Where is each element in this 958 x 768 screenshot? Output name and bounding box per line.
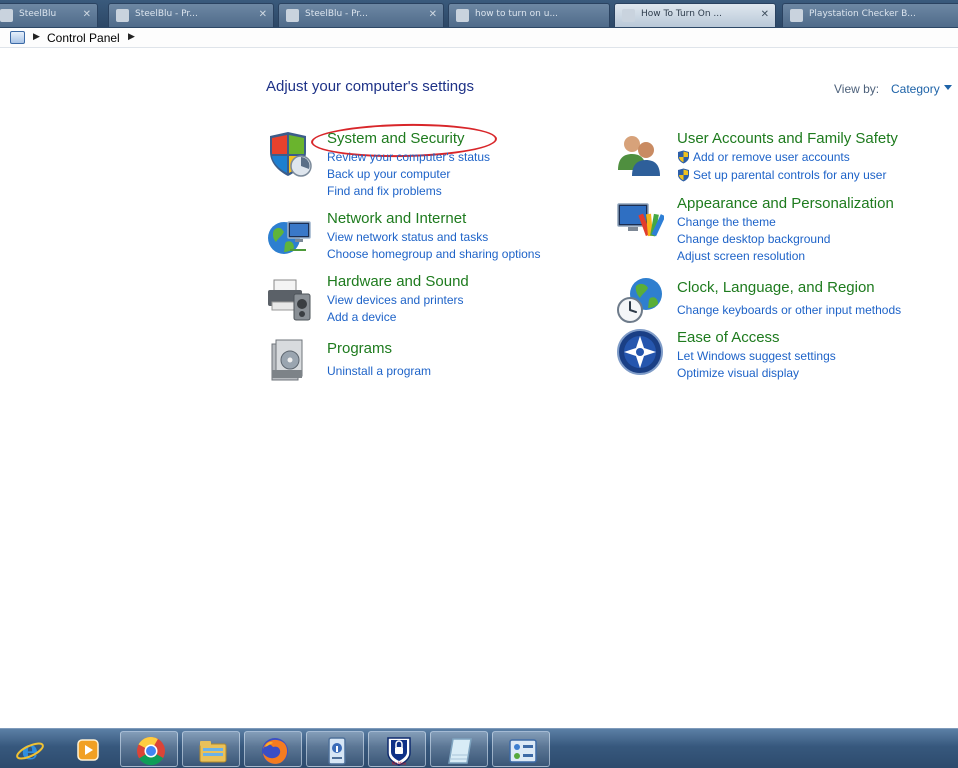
control-panel-icon [10,31,25,44]
internet-explorer-icon: e [16,736,44,766]
category-programs[interactable]: Programs [327,340,392,357]
appearance-monitor-icon[interactable] [616,196,664,244]
uac-shield-icon [678,150,689,164]
taskbar-control-panel[interactable] [492,731,550,767]
link-view-devices-printers[interactable]: View devices and printers [327,293,464,307]
mcafee-icon: McAfee [387,737,411,766]
tab-label: SteelBlu - Pr... [305,9,368,19]
link-back-up-computer[interactable]: Back up your computer [327,167,450,181]
close-icon[interactable]: ✕ [259,9,267,20]
link-review-computer-status[interactable]: Review your computer's status [327,150,490,164]
programs-box-icon[interactable] [266,336,314,384]
hardware-printer-icon[interactable] [266,274,314,322]
tab-label: how to turn on u... [475,9,559,19]
link-change-desktop-background[interactable]: Change desktop background [677,232,830,246]
browser-tab[interactable]: how to turn on u... [448,3,610,27]
left-panel [0,49,250,728]
breadcrumb-arrow-icon[interactable]: ▶ [128,31,135,42]
tab-favicon-icon [0,9,13,22]
breadcrumb-control-panel[interactable]: Control Panel [47,31,120,45]
link-let-windows-suggest-settings[interactable]: Let Windows suggest settings [677,349,836,363]
taskbar: e McAfee [0,728,958,768]
taskbar-notepad[interactable] [430,731,488,767]
tab-favicon-icon [456,9,469,22]
tab-label: How To Turn On ... [641,9,723,19]
taskbar-chrome[interactable] [120,731,178,767]
ease-of-access-icon[interactable] [616,328,664,376]
tab-favicon-icon [286,9,299,22]
taskbar-firefox[interactable] [244,731,302,767]
uac-shield-icon [678,168,689,182]
browser-tab[interactable]: SteelBlu - Pr... ✕ [108,3,274,27]
link-choose-homegroup[interactable]: Choose homegroup and sharing options [327,247,540,261]
browser-tab-strip: SteelBlu ✕ SteelBlu - Pr... ✕ SteelBlu -… [0,0,958,28]
system-security-shield-icon[interactable] [266,130,314,178]
user-accounts-icon[interactable] [616,130,664,178]
clock-globe-icon[interactable] [616,276,664,324]
network-globe-icon[interactable] [266,212,314,260]
firefox-icon [262,738,288,764]
chevron-down-icon[interactable] [944,85,952,90]
view-by-dropdown[interactable]: Category [891,82,940,96]
link-add-remove-user-accounts[interactable]: Add or remove user accounts [693,150,850,164]
tab-label: SteelBlu [19,9,57,19]
taskbar-file-explorer[interactable] [182,731,240,767]
tab-label: SteelBlu - Pr... [135,9,198,19]
browser-tab[interactable]: Playstation Checker B... [782,3,958,27]
category-appearance-personalization[interactable]: Appearance and Personalization [677,195,894,212]
close-icon[interactable]: ✕ [429,9,437,20]
link-add-device[interactable]: Add a device [327,310,396,324]
link-parental-controls[interactable]: Set up parental controls for any user [693,168,886,182]
page-title: Adjust your computer's settings [266,78,474,95]
control-panel-icon [509,739,537,763]
breadcrumb-arrow-icon[interactable]: ▶ [33,31,40,42]
file-explorer-icon [199,741,227,763]
system-info-icon [328,737,346,765]
link-uninstall-program[interactable]: Uninstall a program [327,364,431,378]
taskbar-internet-explorer[interactable]: e [0,731,58,767]
taskbar-mcafee[interactable]: McAfee [368,731,426,767]
category-clock-language-region[interactable]: Clock, Language, and Region [677,279,875,296]
chrome-icon [137,737,165,766]
category-network-and-internet[interactable]: Network and Internet [327,210,466,227]
breadcrumb[interactable]: ▶ Control Panel ▶ [0,28,958,48]
tab-favicon-icon [790,9,803,22]
category-ease-of-access[interactable]: Ease of Access [677,329,780,346]
category-user-accounts[interactable]: User Accounts and Family Safety [677,130,898,147]
category-hardware-and-sound[interactable]: Hardware and Sound [327,273,469,290]
link-find-fix-problems[interactable]: Find and fix problems [327,184,442,198]
link-view-network-status[interactable]: View network status and tasks [327,230,488,244]
taskbar-media-player[interactable] [58,731,116,767]
browser-tab[interactable]: SteelBlu - Pr... ✕ [278,3,444,27]
tab-favicon-icon [622,9,635,22]
close-icon[interactable]: ✕ [761,9,769,20]
link-change-keyboards[interactable]: Change keyboards or other input methods [677,303,901,317]
link-change-theme[interactable]: Change the theme [677,215,776,229]
mcafee-label: McAfee [392,761,407,766]
notepad-icon [448,738,472,764]
close-icon[interactable]: ✕ [83,9,91,20]
link-adjust-screen-resolution[interactable]: Adjust screen resolution [677,249,805,263]
browser-tab-active[interactable]: How To Turn On ... ✕ [614,3,776,27]
tab-favicon-icon [116,9,129,22]
media-player-icon [77,739,99,761]
svg-text:e: e [22,736,39,766]
view-by-label: View by: [834,82,880,96]
link-optimize-visual-display[interactable]: Optimize visual display [677,366,799,380]
browser-tab[interactable]: SteelBlu ✕ [0,3,98,27]
category-system-and-security[interactable]: System and Security [327,130,465,147]
taskbar-system-info[interactable] [306,731,364,767]
tab-label: Playstation Checker B... [809,9,916,19]
